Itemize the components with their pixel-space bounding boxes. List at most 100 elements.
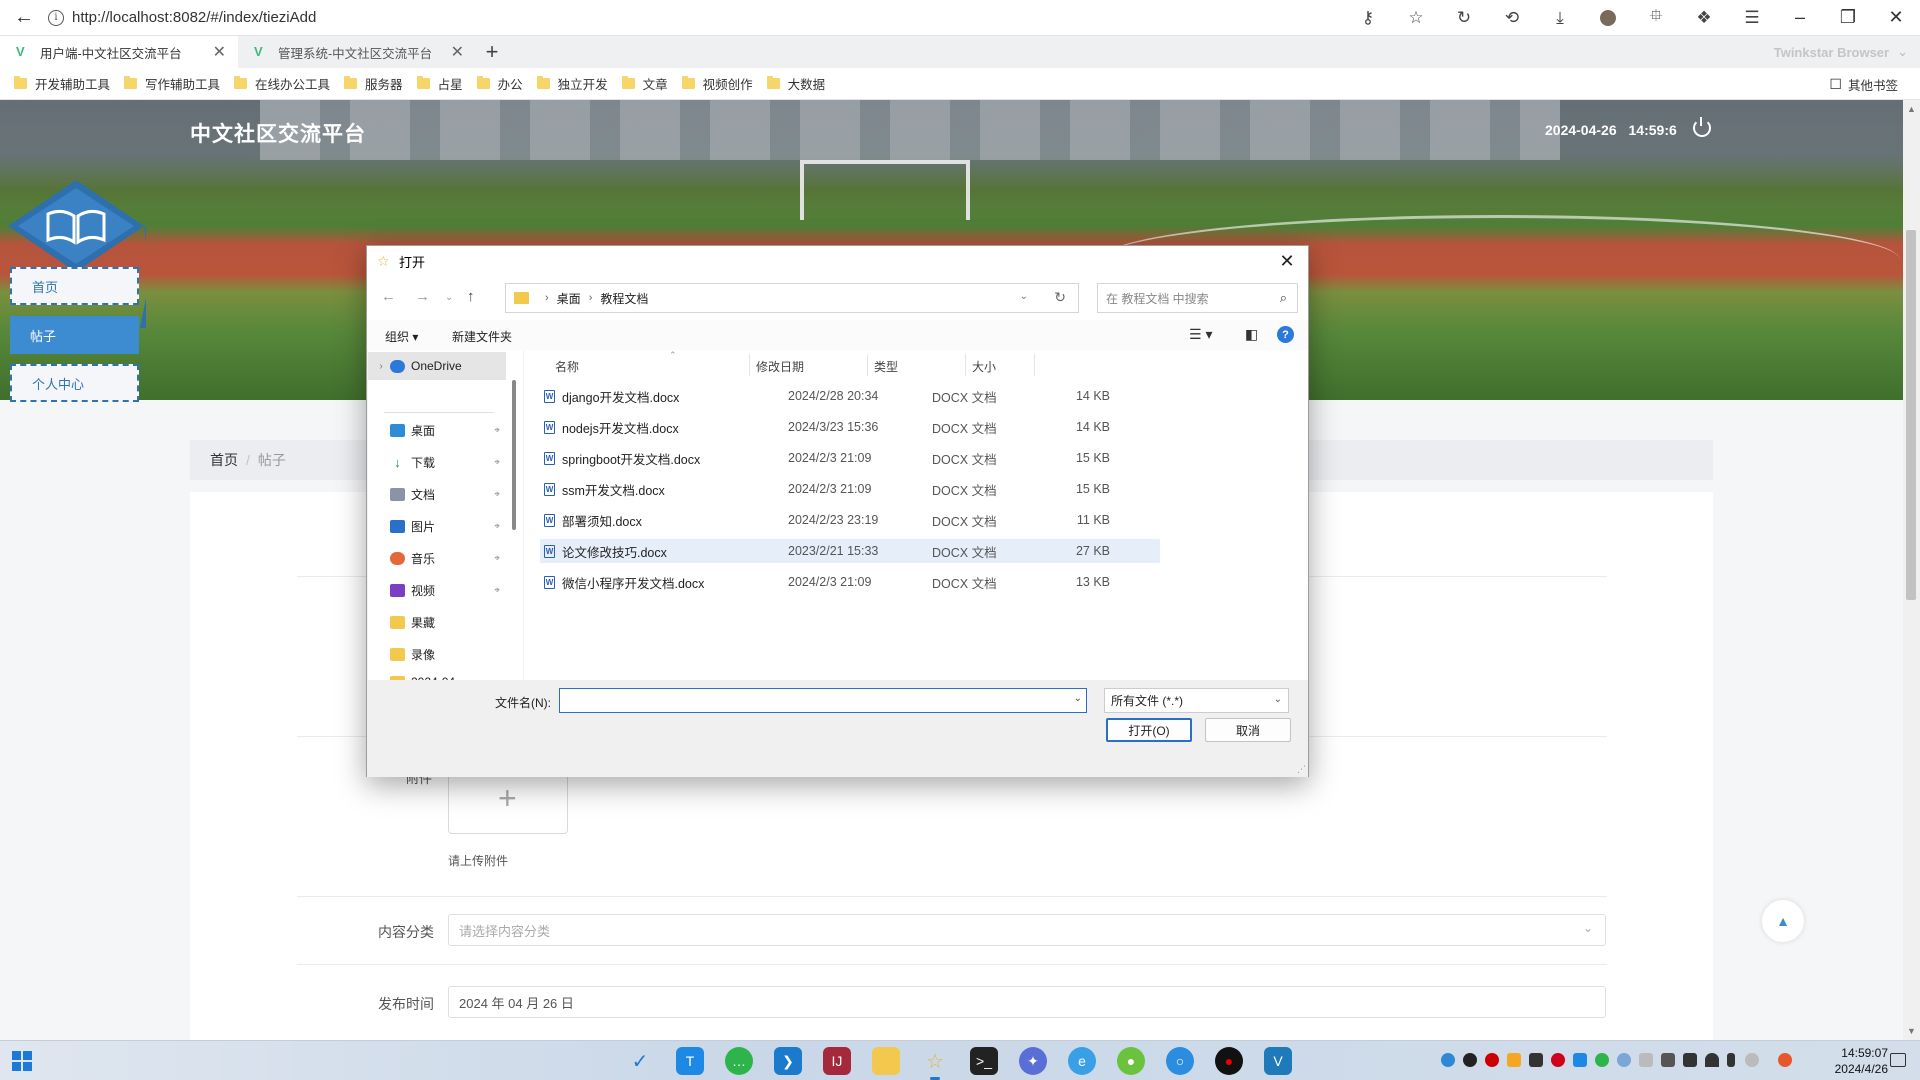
filename-field[interactable]: ⌄ [559, 688, 1087, 713]
maps-app-icon[interactable]: ● [1117, 1047, 1145, 1075]
crop-icon[interactable]: ⯐ [1632, 0, 1680, 36]
extensions-icon[interactable]: ❖ [1680, 0, 1728, 36]
new-folder-button[interactable]: 新建文件夹 [452, 328, 512, 345]
tree-downloads[interactable]: ↓ 下载 ⌖ [368, 448, 506, 476]
tree-onedrive[interactable]: › OneDrive [368, 352, 506, 380]
network-app-icon[interactable]: ✦ [1019, 1047, 1047, 1075]
search-field[interactable]: 在 教程文档 中搜索 ⌕ [1097, 283, 1298, 313]
key-icon[interactable]: ⚷ [1344, 0, 1392, 36]
url-field[interactable]: http://localhost:8082/#/index/tieziAdd [72, 9, 1344, 26]
bookmark-folder[interactable]: 服务器 [344, 74, 403, 93]
file-row[interactable]: W ssm开发文档.docx 2024/2/3 21:09 DOCX 文档 15… [540, 477, 1160, 501]
chat-app-icon[interactable]: ○ [1166, 1047, 1194, 1075]
file-row[interactable]: W 部署须知.docx 2024/2/23 23:19 DOCX 文档 11 K… [540, 508, 1160, 532]
view-options-icon[interactable]: ☰ ▾ [1189, 326, 1212, 343]
column-size[interactable]: 大小 [972, 358, 996, 375]
tab-close-icon[interactable]: ✕ [213, 42, 226, 62]
terminal-app-icon[interactable]: >_ [970, 1047, 998, 1075]
recent-locations-icon[interactable]: ⌄ [445, 292, 453, 303]
language-icon[interactable] [1745, 1053, 1759, 1067]
tray-app-icon[interactable] [1507, 1053, 1521, 1067]
file-row[interactable]: W springboot开发文档.docx 2024/2/3 21:09 DOC… [540, 446, 1160, 470]
edge-app-icon[interactable]: e [1068, 1047, 1096, 1075]
file-row-selected[interactable]: W 论文修改技巧.docx 2023/2/21 15:33 DOCX 文档 27… [540, 539, 1160, 563]
column-divider[interactable] [867, 354, 868, 376]
qq-tray-icon[interactable] [1463, 1053, 1477, 1067]
menu-icon[interactable]: ☰ [1728, 0, 1776, 36]
help-icon[interactable]: ? [1277, 326, 1294, 343]
nav-back-icon[interactable]: ← [381, 288, 396, 305]
organize-menu[interactable]: 组织 ▾ [385, 328, 418, 345]
column-divider[interactable] [965, 354, 966, 376]
open-button[interactable]: 打开(O) [1106, 718, 1192, 742]
category-select[interactable]: 请选择内容分类 ⌄ [448, 914, 1606, 946]
battery-icon[interactable] [1683, 1053, 1697, 1067]
filename-input[interactable] [560, 689, 1060, 711]
nav-forward-icon[interactable]: → [415, 288, 430, 305]
file-row[interactable]: W nodejs开发文档.docx 2024/3/23 15:36 DOCX 文… [540, 415, 1160, 439]
filetype-select[interactable]: 所有文件 (*.*) ⌄ [1104, 688, 1289, 713]
minimize-button[interactable]: – [1776, 0, 1824, 36]
site-info-icon[interactable]: i [48, 9, 64, 26]
record-tray-icon[interactable] [1485, 1053, 1499, 1067]
file-row[interactable]: W 微信小程序开发文档.docx 2024/2/3 21:09 DOCX 文档 … [540, 570, 1160, 594]
reload-icon[interactable]: ↻ [1440, 0, 1488, 36]
tree-recordings[interactable]: 录像 [368, 640, 506, 668]
todo-app-icon[interactable]: ✓ [626, 1047, 654, 1075]
filename-history-icon[interactable]: ⌄ [1074, 693, 1082, 704]
start-windows-icon[interactable] [12, 1051, 32, 1071]
breadcrumb-home[interactable]: 首页 [210, 450, 238, 470]
path-tutorial-docs[interactable]: 教程文档 [600, 290, 648, 307]
bookmark-folder[interactable]: 大数据 [766, 74, 825, 93]
scroll-down-icon[interactable]: ▼ [1907, 1026, 1916, 1036]
system-clock[interactable]: 14:59:07 2024/4/26 [1806, 1045, 1888, 1077]
back-to-top-button[interactable]: ▲ [1762, 900, 1804, 942]
file-explorer-icon[interactable] [872, 1047, 900, 1075]
whiteboard-app-icon[interactable]: T [676, 1047, 704, 1075]
scroll-up-icon[interactable]: ▲ [1907, 104, 1916, 114]
vscode-app-icon[interactable]: ❯ [774, 1047, 802, 1075]
resize-grip-icon[interactable]: ⋰ [1297, 764, 1306, 775]
vue-devtools-app-icon[interactable]: V [1264, 1047, 1292, 1075]
tab-list-chevron-icon[interactable]: ⌄ [1897, 44, 1908, 60]
nav-up-icon[interactable]: ↑ [467, 288, 475, 305]
preview-pane-icon[interactable]: ◧ [1245, 326, 1258, 343]
page-scrollbar[interactable]: ▲ ▼ [1903, 100, 1920, 1040]
nav-profile[interactable]: 个人中心 [10, 364, 139, 402]
bookmark-folder[interactable]: 占星 [416, 74, 463, 93]
dialog-close-button[interactable]: ✕ [1274, 248, 1300, 274]
bookmark-folder[interactable]: 视频创作 [681, 74, 753, 93]
browser-app-icon[interactable]: ☆ [921, 1047, 949, 1080]
file-row[interactable]: W django开发文档.docx 2024/2/28 20:34 DOCX 文… [540, 384, 1160, 408]
tab-close-icon[interactable]: ✕ [451, 42, 464, 62]
tray-app-icon[interactable] [1551, 1053, 1565, 1067]
close-window-button[interactable]: ✕ [1872, 0, 1920, 36]
bookmark-folder[interactable]: 文章 [621, 74, 668, 93]
microphone-icon[interactable] [1727, 1053, 1735, 1067]
column-type[interactable]: 类型 [874, 358, 898, 375]
bookmark-folder[interactable]: 开发辅助工具 [14, 74, 110, 93]
column-divider[interactable] [1034, 354, 1035, 376]
wechat-tray-icon[interactable] [1595, 1053, 1609, 1067]
tray-app-icon[interactable] [1573, 1053, 1587, 1067]
other-bookmarks[interactable]: ☐ 其他书签 [1829, 68, 1898, 100]
bookmark-folder[interactable]: 写作辅助工具 [124, 74, 220, 93]
path-breadcrumb[interactable]: › 桌面 › 教程文档 ⌄ ↻ [505, 283, 1079, 313]
refresh-icon[interactable]: ↻ [1054, 289, 1066, 306]
new-tab-button[interactable]: + [476, 36, 508, 68]
tree-videos[interactable]: 视频 ⌖ [368, 576, 506, 604]
volume-icon[interactable] [1661, 1053, 1675, 1067]
tab-user-portal[interactable]: V 用户端-中文社区交流平台 ✕ [0, 36, 238, 68]
back-button[interactable]: ← [0, 0, 48, 36]
wifi-icon[interactable] [1705, 1053, 1719, 1067]
nav-pane-scrollbar[interactable] [512, 380, 516, 530]
history-icon[interactable]: ⟲ [1488, 0, 1536, 36]
bookmark-folder[interactable]: 在线办公工具 [234, 74, 330, 93]
tray-app-icon[interactable] [1529, 1053, 1543, 1067]
tray-app-icon[interactable] [1639, 1053, 1653, 1067]
column-name[interactable]: 名称 [555, 358, 579, 375]
expand-icon[interactable]: › [372, 361, 390, 372]
nav-posts[interactable]: 帖子 [10, 316, 139, 354]
restore-button[interactable]: ❐ [1824, 0, 1872, 36]
cancel-button[interactable]: 取消 [1205, 718, 1291, 742]
